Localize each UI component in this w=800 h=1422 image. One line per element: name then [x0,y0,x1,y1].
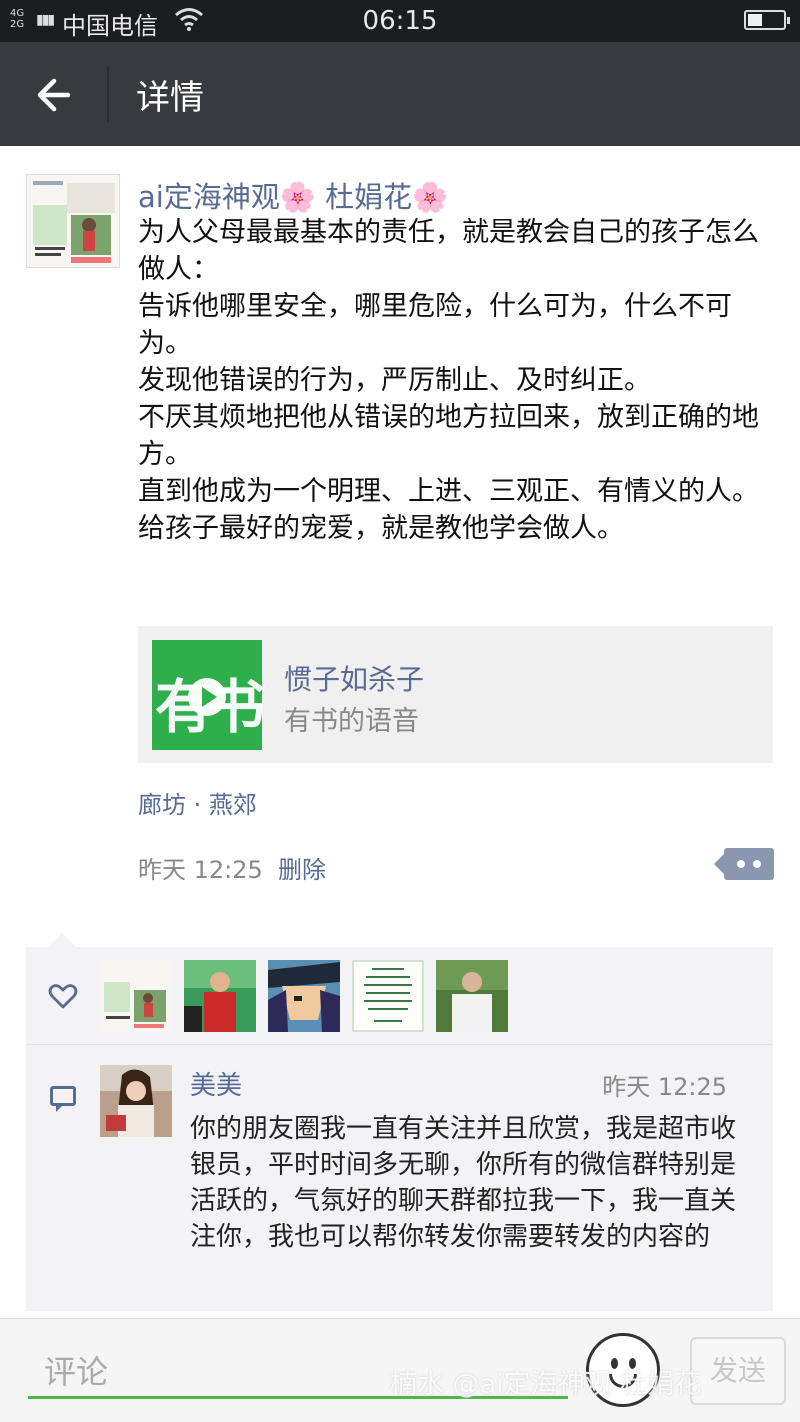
battery-level [748,14,762,26]
likes-row [26,947,773,1044]
watermark: 楠水 @ai定海神观 杜娟花 [390,1369,702,1400]
shared-link-card[interactable]: 有书 惯子如杀子 有书的语音 [138,626,773,763]
back-button[interactable] [24,70,80,120]
post-location[interactable]: 廊坊 · 燕郊 [138,785,257,820]
link-thumbnail: 有书 [152,640,265,750]
liker-avatar[interactable] [352,960,424,1032]
title-bar: 详情 [0,42,800,146]
panel-pointer [48,933,76,947]
liker-avatar[interactable] [184,960,256,1032]
heart-icon [48,981,78,1011]
liker-avatar[interactable] [100,960,172,1032]
comment-text[interactable]: 你的朋友圈我一直有关注并且欣赏，我是超市收银员，平时时间多无聊，你所有的微信群特… [190,1111,760,1255]
page-title: 详情 [136,78,204,118]
link-source: 有书的语音 [284,706,419,737]
liker-avatar[interactable] [436,960,508,1032]
dot-icon [737,860,745,868]
divider [26,1044,773,1045]
dot-icon [753,860,761,868]
liker-avatar[interactable] [268,960,340,1032]
battery-icon [744,10,790,30]
send-button[interactable]: 发送 [690,1337,786,1405]
delete-button[interactable]: 删除 [278,850,326,885]
more-actions-button[interactable] [714,848,774,880]
post-text: 为人父母最最基本的责任，就是教会自己的孩子怎么做人： 告诉他哪里安全，哪里危险，… [138,217,759,544]
author-avatar[interactable] [26,174,120,268]
commenter-name[interactable]: 美美 [190,1065,242,1102]
commenter-avatar[interactable] [100,1065,172,1137]
link-title: 惯子如杀子 [284,663,425,696]
comment-icon [50,1086,76,1112]
comment-timestamp: 昨天 12:25 [602,1073,727,1101]
interactions-panel: 美美 昨天 12:25 你的朋友圈我一直有关注并且欣赏，我是超市收银员，平时时间… [26,947,773,1311]
divider [107,66,109,122]
clock: 06:15 [362,6,438,36]
status-bar: 4G 2G ▮▮▮ 中国电信 06:15 [0,0,800,42]
author-name[interactable]: ai定海神观🌸 杜娟花🌸 [138,174,448,216]
post-timestamp: 昨天 12:25 [138,856,263,884]
arrow-left-icon [37,78,71,112]
